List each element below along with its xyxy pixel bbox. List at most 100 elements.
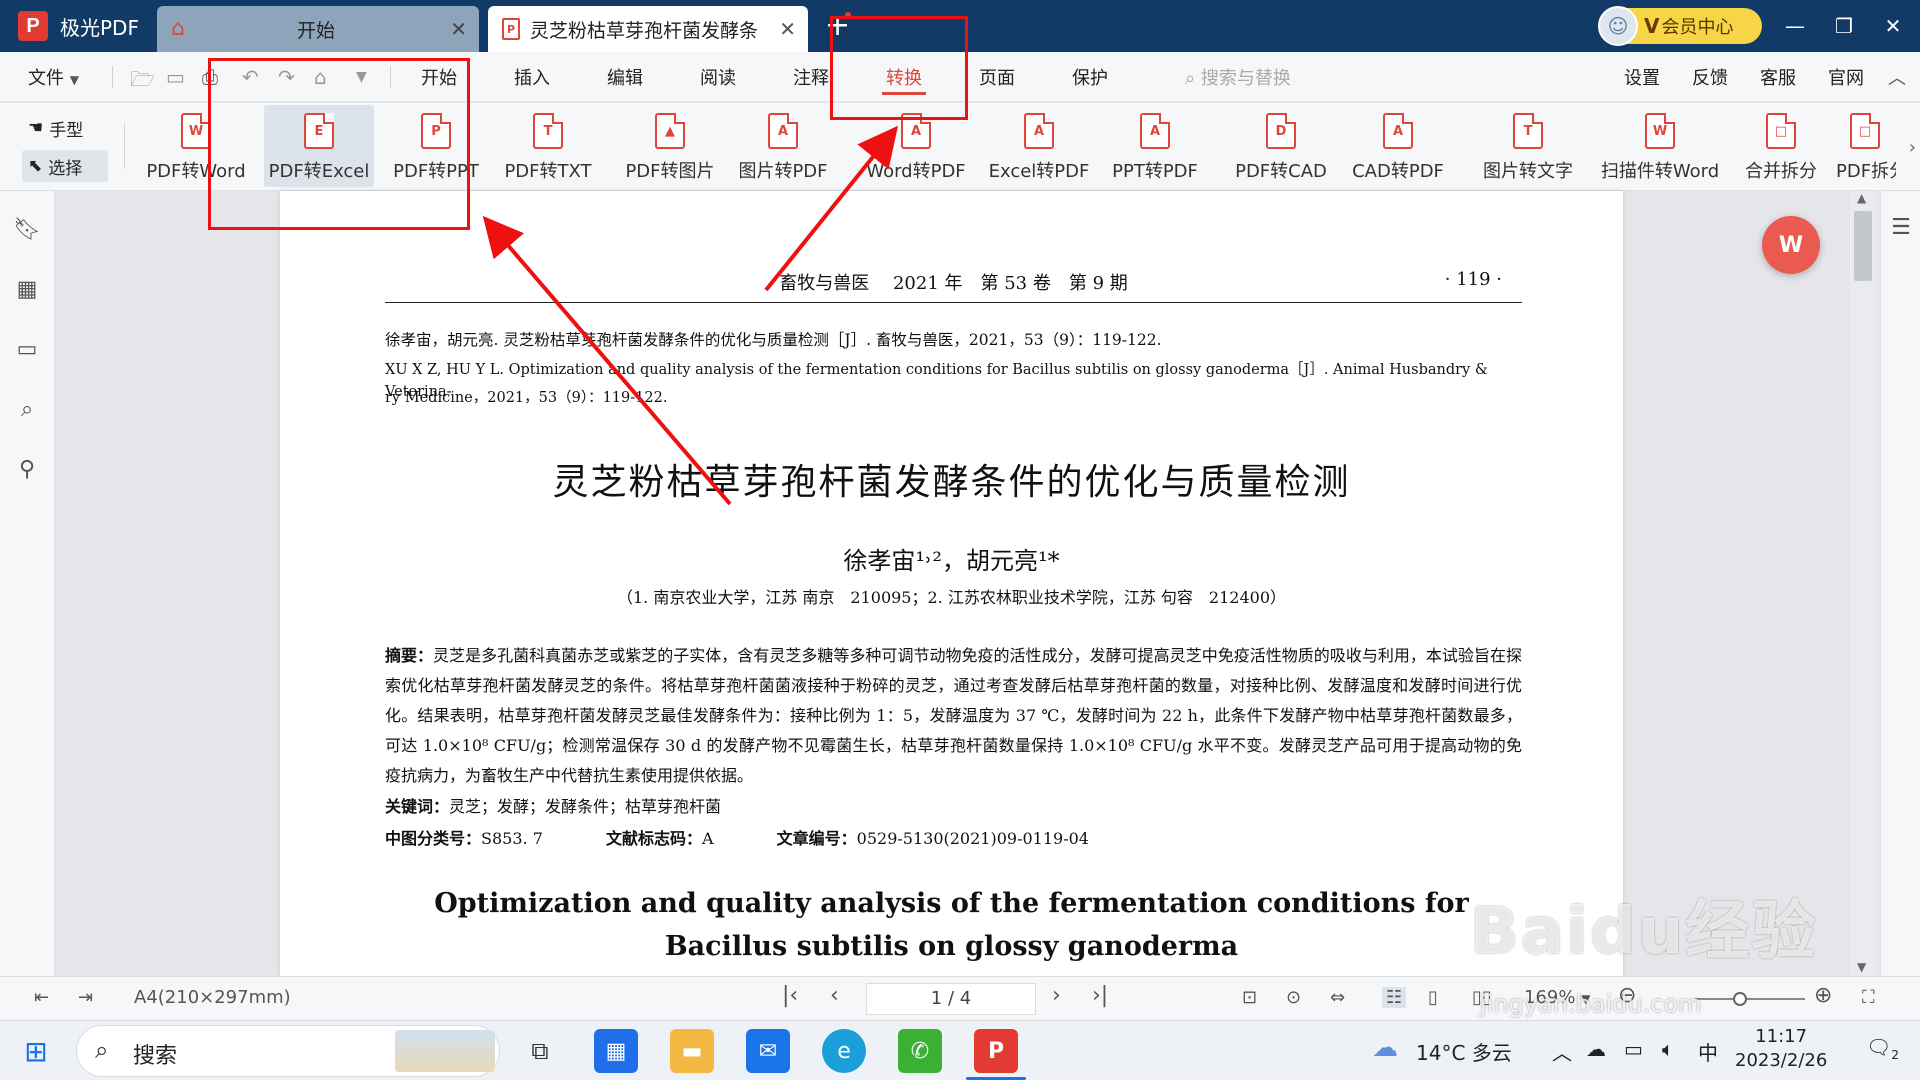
annotation-box-pdf-to-excel xyxy=(208,58,470,230)
fullscreen-icon[interactable]: ⛶ xyxy=(1862,987,1875,1008)
menu-edit[interactable]: 编辑 xyxy=(607,64,643,90)
wechat-icon[interactable]: ✆ xyxy=(898,1029,942,1073)
file-explorer-icon[interactable]: ▬ xyxy=(670,1029,714,1073)
battery-icon[interactable]: ▭ xyxy=(1624,1037,1643,1061)
scrollbar-thumb[interactable] xyxy=(1854,211,1872,281)
last-page-icon[interactable]: ›| xyxy=(1092,983,1108,1008)
hand-tool[interactable]: ☚ 手型 xyxy=(22,112,108,144)
volume-muted-icon[interactable]: 🔈︎ xyxy=(1662,1037,1674,1061)
jiguang-pdf-taskbar-icon[interactable]: P xyxy=(974,1029,1018,1073)
floating-convert-button[interactable]: W xyxy=(1762,216,1820,274)
page-number-input[interactable]: 1 / 4 xyxy=(866,983,1036,1015)
search-replace[interactable]: ⌕ 搜索与替换 xyxy=(1185,64,1291,90)
next-view-icon[interactable]: ⇥ xyxy=(78,987,93,1008)
convert-icon: W xyxy=(1778,232,1804,258)
actual-size-icon[interactable]: ⊡ xyxy=(1242,987,1257,1008)
comment-icon[interactable]: ▭ xyxy=(13,335,41,363)
collapse-ribbon-icon[interactable]: ︿ xyxy=(1888,64,1906,90)
menu-protect[interactable]: 保护 xyxy=(1072,64,1108,90)
citation-en-line2: ry Medicine，2021，53（9）：119-122. xyxy=(385,390,668,406)
txt-file-icon: T xyxy=(533,113,563,149)
cad-to-pdf-button[interactable]: A CAD转PDF xyxy=(1345,105,1451,187)
zoom-slider-knob[interactable] xyxy=(1733,992,1747,1006)
merge-split-button[interactable]: □ 合并拆分 xyxy=(1738,105,1824,187)
keywords-label: 关键词： xyxy=(385,797,450,816)
menu-annotate[interactable]: 注释 xyxy=(793,64,829,90)
minimize-button[interactable]: — xyxy=(1775,8,1815,44)
member-center-label: 会员中心 xyxy=(1661,17,1734,38)
member-center-button[interactable]: ☺ V 会员中心 xyxy=(1598,6,1762,46)
pdf-split-button[interactable]: □ PDF拆分 xyxy=(1836,105,1896,187)
scan-to-word-label: 扫描件转Word xyxy=(1600,161,1720,182)
close-button[interactable]: ✕ xyxy=(1873,8,1913,44)
open-folder-icon[interactable]: 🗁 xyxy=(130,65,155,99)
menu-feedback[interactable]: 反馈 xyxy=(1692,64,1728,90)
chevron-right-icon[interactable]: › xyxy=(1909,137,1916,158)
menu-read[interactable]: 阅读 xyxy=(700,64,736,90)
menu-support[interactable]: 客服 xyxy=(1760,64,1796,90)
article-value: 0529-5130(2021)09-0119-04 xyxy=(856,829,1089,848)
menu-insert[interactable]: 插入 xyxy=(514,64,550,90)
notification-center[interactable]: 🗨︎2 xyxy=(1866,1035,1899,1062)
attachment-icon[interactable]: ⚲ xyxy=(13,455,41,483)
menu-settings[interactable]: 设置 xyxy=(1624,64,1660,90)
select-tool[interactable]: ⬉ 选择 xyxy=(22,150,108,182)
pdf-to-txt-button[interactable]: T PDF转TXT xyxy=(498,105,598,187)
zoom-slider[interactable] xyxy=(1695,992,1805,1006)
task-view-icon[interactable]: ⧉ xyxy=(518,1029,562,1073)
scroll-up-icon[interactable]: ▲ xyxy=(1857,191,1866,205)
fit-width-icon[interactable]: ⇔ xyxy=(1330,987,1345,1008)
article-number: 文章编号：0529-5130(2021)09-0119-04 xyxy=(777,829,1089,848)
properties-sliders-icon[interactable]: ☰ xyxy=(1887,213,1915,241)
image-to-text-button[interactable]: T 图片转文字 xyxy=(1478,105,1578,187)
time: 11:17 xyxy=(1755,1026,1808,1047)
menu-file[interactable]: 文件 ▼ xyxy=(28,64,79,90)
clock[interactable]: 11:17 2023/2/26 xyxy=(1735,1025,1827,1073)
avatar[interactable]: ☺ xyxy=(1598,6,1638,46)
thumbnails-icon[interactable]: ▦ xyxy=(13,275,41,303)
ppt-to-pdf-button[interactable]: A PPT转PDF xyxy=(1105,105,1205,187)
prev-view-icon[interactable]: ⇤ xyxy=(34,987,49,1008)
single-page-icon[interactable]: ▯ xyxy=(1428,987,1438,1008)
windows-start-icon[interactable]: ⊞ xyxy=(14,1029,58,1073)
clc-value: S853. 7 xyxy=(481,829,543,848)
pdf-to-image-button[interactable]: ▲ PDF转图片 xyxy=(620,105,720,187)
mail-icon[interactable]: ✉ xyxy=(746,1029,790,1073)
running-header: 畜牧与兽医 2021 年 第 53 卷 第 9 期 · 119 · xyxy=(385,269,1522,303)
pdf-to-txt-label: PDF转TXT xyxy=(504,161,592,182)
edge-browser-icon[interactable]: e xyxy=(822,1029,866,1073)
taskbar-search[interactable]: ⌕ 搜索 xyxy=(76,1025,500,1077)
image-to-pdf-button[interactable]: A 图片转PDF xyxy=(733,105,833,187)
scroll-down-icon[interactable]: ▼ xyxy=(1857,960,1866,974)
search-icon: ⌕ xyxy=(95,1036,109,1064)
weather-text[interactable]: 14°C 多云 xyxy=(1416,1037,1512,1066)
app-logo[interactable]: P 极光PDF xyxy=(0,0,157,52)
menu-page[interactable]: 页面 xyxy=(979,64,1015,90)
tab-home[interactable]: ⌂ 开始 ✕ xyxy=(157,6,479,52)
onedrive-icon[interactable]: ☁ xyxy=(1586,1037,1606,1061)
tab-close-icon[interactable]: ✕ xyxy=(450,17,467,41)
store-icon[interactable]: ▦ xyxy=(594,1029,638,1073)
scan-to-word-button[interactable]: W 扫描件转Word xyxy=(1595,105,1725,187)
fit-page-icon[interactable]: ⊙ xyxy=(1286,987,1301,1008)
pdf-to-cad-button[interactable]: D PDF转CAD xyxy=(1228,105,1334,187)
tab-document[interactable]: P 灵芝粉枯草芽孢杆菌发酵条... ✕ xyxy=(488,6,808,52)
bookmark-icon[interactable]: 🔖︎ xyxy=(13,215,41,243)
save-icon[interactable]: ▭ xyxy=(166,65,185,89)
restore-button[interactable]: ❐ xyxy=(1824,8,1864,44)
page-number: · 119 · xyxy=(1444,269,1502,290)
tab-close-icon[interactable]: ✕ xyxy=(779,17,796,41)
tray-expand-icon[interactable]: ︿ xyxy=(1552,1037,1572,1066)
paper-title: 灵芝粉枯草芽孢杆菌发酵条件的优化与质量检测 xyxy=(552,462,1351,503)
first-page-icon[interactable]: |‹ xyxy=(782,983,798,1008)
prev-page-icon[interactable]: ‹ xyxy=(830,983,839,1008)
next-page-icon[interactable]: › xyxy=(1052,983,1061,1008)
weather-icon[interactable]: ☁ xyxy=(1372,1033,1398,1063)
menu-website[interactable]: 官网 xyxy=(1828,64,1864,90)
zoom-in-icon[interactable]: ⊕ xyxy=(1814,983,1832,1008)
search-icon[interactable]: ⌕ xyxy=(13,395,41,423)
excel-to-pdf-button[interactable]: A Excel转PDF xyxy=(983,105,1095,187)
continuous-view-icon[interactable]: ☷ xyxy=(1382,987,1407,1008)
ime-indicator[interactable]: 中 xyxy=(1698,1037,1718,1066)
vertical-scrollbar[interactable]: ▲ ▼ xyxy=(1850,191,1876,976)
